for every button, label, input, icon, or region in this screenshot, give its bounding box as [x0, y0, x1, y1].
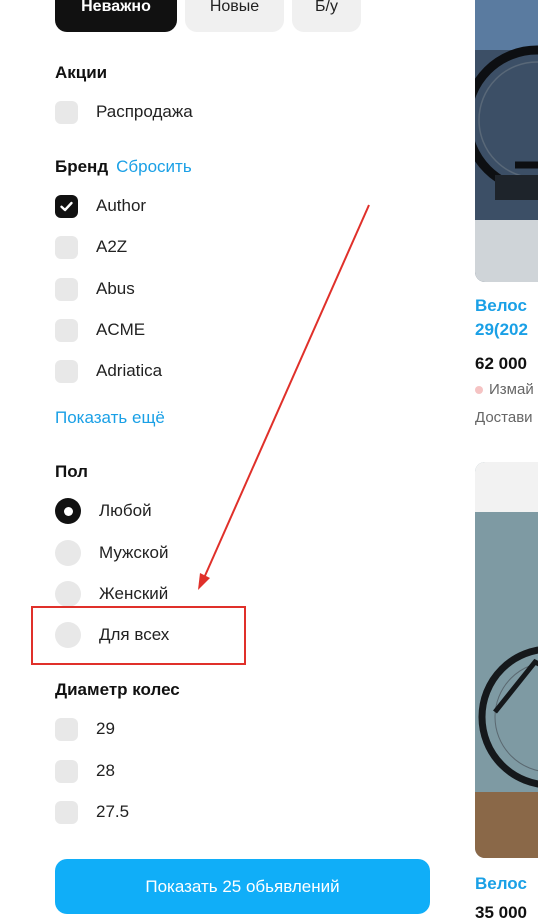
listing-location-text: Измай [489, 381, 534, 398]
wheel-option-27-5[interactable]: 27.5 [55, 799, 129, 825]
option-label: Любой [99, 501, 152, 520]
radio[interactable] [55, 540, 81, 566]
brand-option-adriatica[interactable]: Adriatica [55, 358, 162, 384]
checkbox[interactable] [55, 277, 78, 301]
option-label: 28 [96, 761, 115, 780]
option-label: Женский [99, 584, 169, 603]
option-label: Мужской [99, 543, 169, 562]
option-label: Распродажа [96, 102, 193, 121]
checkbox[interactable] [55, 100, 78, 124]
highlight-box [31, 606, 246, 665]
tab-new[interactable]: Новые [185, 0, 284, 32]
promo-option-sale[interactable]: Распродажа [55, 99, 193, 125]
checkbox[interactable] [55, 235, 78, 259]
brand-option-author[interactable]: Author [55, 193, 146, 219]
listing-image[interactable] [475, 0, 538, 282]
option-label: Adriatica [96, 361, 163, 380]
listing-location: Измай [475, 381, 534, 398]
brand-show-more-link[interactable]: Показать ещё [55, 408, 165, 428]
listing-title-line1: Велос [475, 296, 527, 315]
listing-title-line1: Велос [475, 874, 527, 893]
listing-price: 35 000 [475, 903, 527, 920]
brand-reset-link[interactable]: Сбросить [116, 157, 192, 176]
listing-title[interactable]: Велос 29(202 [475, 294, 528, 342]
bicycle-photo [475, 0, 538, 282]
condition-tabs: Неважно Новые Б/у [55, 0, 361, 32]
radio[interactable] [55, 581, 81, 607]
option-label: Abus [96, 279, 135, 298]
option-label: 29 [96, 719, 115, 738]
checkbox-checked[interactable] [55, 194, 78, 218]
tab-used[interactable]: Б/у [292, 0, 361, 32]
brand-option-a2z[interactable]: A2Z [55, 234, 127, 260]
brand-title-text: Бренд [55, 157, 109, 176]
checkbox[interactable] [55, 717, 78, 741]
brand-option-acme[interactable]: ACME [55, 317, 145, 343]
option-label: A2Z [96, 237, 128, 256]
gender-option-any[interactable]: Любой [55, 498, 152, 524]
wheel-option-29[interactable]: 29 [55, 716, 115, 742]
location-dot-icon [475, 385, 483, 394]
option-label: 27.5 [96, 802, 130, 821]
tab-any-condition[interactable]: Неважно [55, 0, 177, 32]
checkbox[interactable] [55, 318, 78, 342]
wheel-diameter-title: Диаметр колес [55, 680, 180, 699]
option-label: ACME [96, 320, 146, 339]
listing-title-line2: 29(202 [475, 320, 528, 339]
checkbox[interactable] [55, 800, 78, 824]
gender-title: Пол [55, 462, 88, 481]
gender-option-female[interactable]: Женский [55, 581, 168, 607]
listing-title[interactable]: Велос [475, 872, 527, 896]
checkbox[interactable] [55, 359, 78, 383]
bicycle-photo [475, 462, 538, 858]
gender-option-male[interactable]: Мужской [55, 540, 169, 566]
listing-delivery: Достави [475, 409, 533, 426]
check-icon [60, 201, 73, 211]
checkbox[interactable] [55, 759, 78, 783]
listing-image[interactable] [475, 462, 538, 858]
radio-selected[interactable] [55, 498, 81, 524]
brand-option-abus[interactable]: Abus [55, 276, 135, 302]
show-results-button[interactable]: Показать 25 обьявлений [55, 859, 430, 914]
wheel-option-28[interactable]: 28 [55, 758, 115, 784]
brand-title: Бренд Сбросить [55, 157, 192, 177]
option-label: Author [96, 196, 147, 215]
listing-price: 62 000 [475, 354, 527, 373]
promos-title: Акции [55, 63, 108, 82]
